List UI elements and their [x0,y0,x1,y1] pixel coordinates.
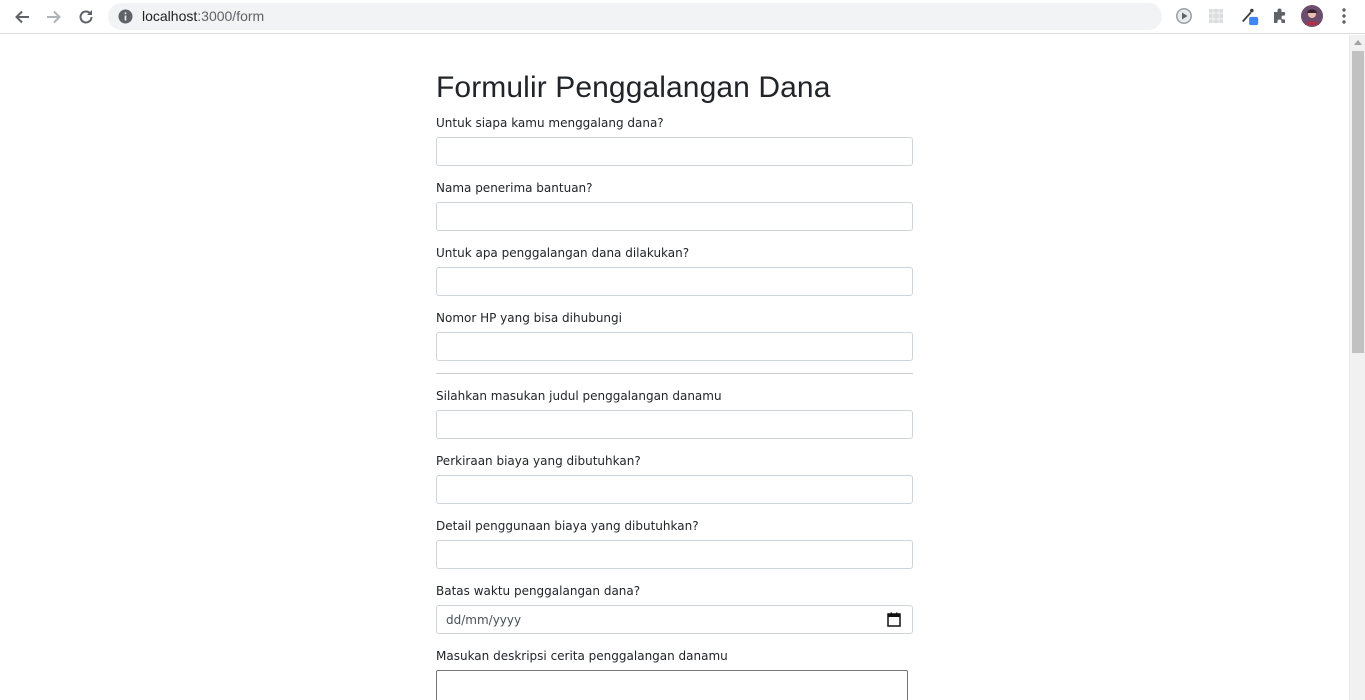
reload-button[interactable] [74,5,98,29]
field-label: Perkiraan biaya yang dibutuhkan? [436,454,641,468]
reload-icon [79,10,93,24]
page-scrollbar[interactable] [1349,35,1365,700]
date-placeholder: dd/mm/yyyy [446,613,522,627]
eyedropper-icon [1242,8,1259,26]
form-group-recipient-name: Nama penerima bantuan? [436,181,913,231]
form-group-description: Masukan deskripsi cerita penggalangan da… [436,649,913,700]
eyedropper-extension-button[interactable] [1240,6,1260,26]
extensions-menu-button[interactable] [1270,6,1290,26]
form-group-cost-estimate: Perkiraan biaya yang dibutuhkan? [436,454,913,504]
scroll-up-arrow-icon[interactable] [1354,40,1362,45]
form-group-deadline: Batas waktu penggalangan dana? dd/mm/yyy… [436,584,913,634]
forward-arrow-icon [47,10,61,24]
form-group-purpose: Untuk apa penggalangan dana dilakukan? [436,246,913,296]
kebab-menu-icon [1342,8,1346,24]
page-content: Formulir Penggalangan Dana Untuk siapa k… [0,35,1349,700]
cost-estimate-input[interactable] [436,475,913,504]
recipient-name-input[interactable] [436,202,913,231]
purpose-input[interactable] [436,267,913,296]
profile-avatar-button[interactable] [1301,5,1323,27]
media-control-button[interactable] [1174,6,1194,26]
phone-input[interactable] [436,332,913,361]
scrollbar-thumb[interactable] [1352,51,1364,353]
description-textarea[interactable] [436,670,908,700]
field-label: Masukan deskripsi cerita penggalangan da… [436,649,728,663]
url-host: localhost [142,8,198,24]
form-group-title: Silahkan masukan judul penggalangan dana… [436,389,913,439]
play-circle-icon [1176,8,1192,24]
calendar-icon[interactable] [887,612,901,627]
form-group-recipient-type: Untuk siapa kamu menggalang dana? [436,116,913,166]
cost-detail-input[interactable] [436,540,913,569]
avatar [1301,5,1323,27]
field-label: Nomor HP yang bisa dihubungi [436,311,622,325]
page-title: Formulir Penggalangan Dana [436,71,831,104]
site-info-icon[interactable] [118,9,133,24]
address-bar[interactable]: localhost:3000/form [108,3,1162,30]
field-label: Nama penerima bantuan? [436,181,593,195]
form-group-cost-detail: Detail penggunaan biaya yang dibutuhkan? [436,519,913,569]
puzzle-grid-icon [1209,9,1223,23]
field-label: Detail penggunaan biaya yang dibutuhkan? [436,519,699,533]
recipient-type-input[interactable] [436,137,913,166]
field-label: Batas waktu penggalangan dana? [436,584,641,598]
back-arrow-icon [15,10,29,24]
back-button[interactable] [10,5,34,29]
deadline-date-input[interactable]: dd/mm/yyyy [436,605,913,634]
section-divider [436,373,913,374]
url-path: :3000/form [197,8,265,24]
field-label: Untuk apa penggalangan dana dilakukan? [436,246,690,260]
browser-menu-button[interactable] [1335,6,1353,26]
field-label: Silahkan masukan judul penggalangan dana… [436,389,722,403]
forward-button[interactable] [42,5,66,29]
browser-toolbar: localhost:3000/form [0,0,1365,34]
url-text: localhost:3000/form [142,8,264,24]
puzzle-icon [1274,8,1285,23]
field-label: Untuk siapa kamu menggalang dana? [436,116,664,130]
extension-button[interactable] [1206,6,1226,26]
fundraiser-title-input[interactable] [436,410,913,439]
form-group-phone: Nomor HP yang bisa dihubungi [436,311,913,361]
